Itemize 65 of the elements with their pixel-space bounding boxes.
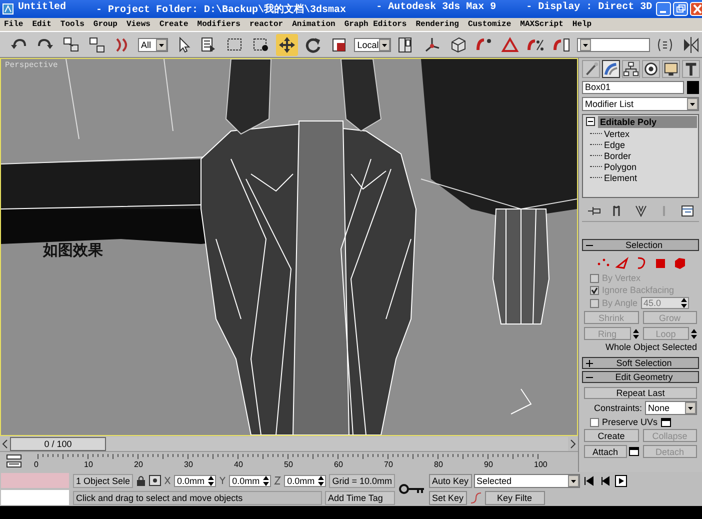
menu-item[interactable]: Animation (292, 20, 336, 29)
status-text: Whole Object Selected (604, 342, 697, 352)
dropdown[interactable]: All (138, 38, 168, 52)
selection-count: 1 Object Sele (73, 474, 134, 488)
auto-key-button[interactable]: Auto Key (429, 474, 472, 488)
window-title: - Autodesk 3ds Max 9 (376, 2, 496, 15)
menu-item[interactable]: Edit (32, 20, 52, 29)
time-slider-thumb[interactable]: 0 / 100 (10, 436, 106, 450)
menu-item[interactable]: Tools (60, 20, 84, 29)
frame-number: 70 (384, 460, 394, 469)
checkbox-label: Preserve UVs (602, 417, 658, 427)
grid-size: Grid = 10.0mm (329, 474, 395, 488)
frame-number: 0 (34, 460, 40, 469)
frame-number: 10 (84, 460, 94, 469)
menu-item[interactable]: Create (159, 20, 188, 29)
menu-item[interactable]: Help (572, 20, 592, 29)
time-slider[interactable]: 0 / 100 (0, 436, 578, 452)
frame-number: 40 (234, 460, 244, 469)
frame-number: 30 (184, 460, 194, 469)
rollout-header[interactable]: Edit Geometry (582, 371, 699, 383)
modifier-stack-item[interactable]: Editable Poly (598, 116, 697, 128)
object-name-field[interactable]: Box01 (582, 81, 684, 94)
frame-number: 50 (284, 460, 294, 469)
menu-item[interactable]: MAXScript (520, 20, 564, 29)
menu-item[interactable]: Graph Editors (344, 20, 407, 29)
modifier-list-dropdown[interactable]: Modifier List (582, 97, 699, 111)
key-filters-button[interactable]: Key Filte (484, 490, 545, 504)
frame-number: 100 (534, 460, 548, 469)
set-key-button[interactable]: Set Key (429, 490, 467, 504)
add-time-tag[interactable]: Add Time Tag (325, 490, 395, 504)
constraints-dropdown[interactable]: None (645, 401, 697, 415)
sub-object-item[interactable]: Border (604, 150, 632, 160)
menu-item[interactable]: File (4, 20, 24, 29)
window-title: - Display : Direct 3D (526, 2, 652, 15)
dropdown[interactable]: Local (354, 38, 391, 52)
menu-item[interactable]: Views (126, 20, 150, 29)
caption-text: 如图效果 (43, 241, 103, 260)
menu-item[interactable]: Group (93, 20, 118, 29)
z-coordinate-field[interactable]: 0.0mm (284, 474, 326, 486)
sub-object-item[interactable]: Polygon (604, 162, 637, 172)
frame-number: 20 (134, 460, 144, 469)
constraints-label: Constraints: (594, 403, 642, 413)
frame-number: 90 (484, 460, 494, 469)
rollout-header[interactable]: Selection (582, 239, 699, 251)
menu-item[interactable]: Rendering (416, 20, 459, 29)
menu-item[interactable]: Modifiers (197, 20, 240, 29)
key-mode-dropdown[interactable]: Selected (474, 474, 580, 488)
sub-object-item[interactable]: Vertex (604, 128, 630, 138)
prompt-text: Click and drag to select and move objects (73, 490, 322, 504)
y-coordinate-field[interactable]: 0.0mm (229, 474, 272, 486)
window-title: - Project Folder: D:\Backup\我的文档\3dsmax (96, 2, 346, 16)
frame-number: 60 (334, 460, 344, 469)
menu-item[interactable]: Customize (468, 20, 512, 29)
panel-button[interactable]: Attach (584, 445, 626, 458)
rollout-header[interactable]: Soft Selection (582, 357, 699, 369)
x-coordinate-field[interactable]: 0.0mm (174, 474, 216, 486)
window-title: Untitled (18, 2, 66, 15)
sub-object-item[interactable]: Element (604, 172, 638, 182)
panel-button[interactable]: Create (584, 429, 638, 442)
frame-number: 80 (434, 460, 444, 469)
viewport[interactable]: Perspective 如图效果 (0, 58, 578, 436)
repeat-last-button[interactable]: Repeat Last (584, 387, 697, 399)
sub-object-item[interactable]: Edge (604, 140, 626, 150)
menu-item[interactable]: reactor (249, 20, 284, 29)
track-bar[interactable]: 0 10 20 30 40 50 60 70 80 90 100 (34, 454, 548, 469)
